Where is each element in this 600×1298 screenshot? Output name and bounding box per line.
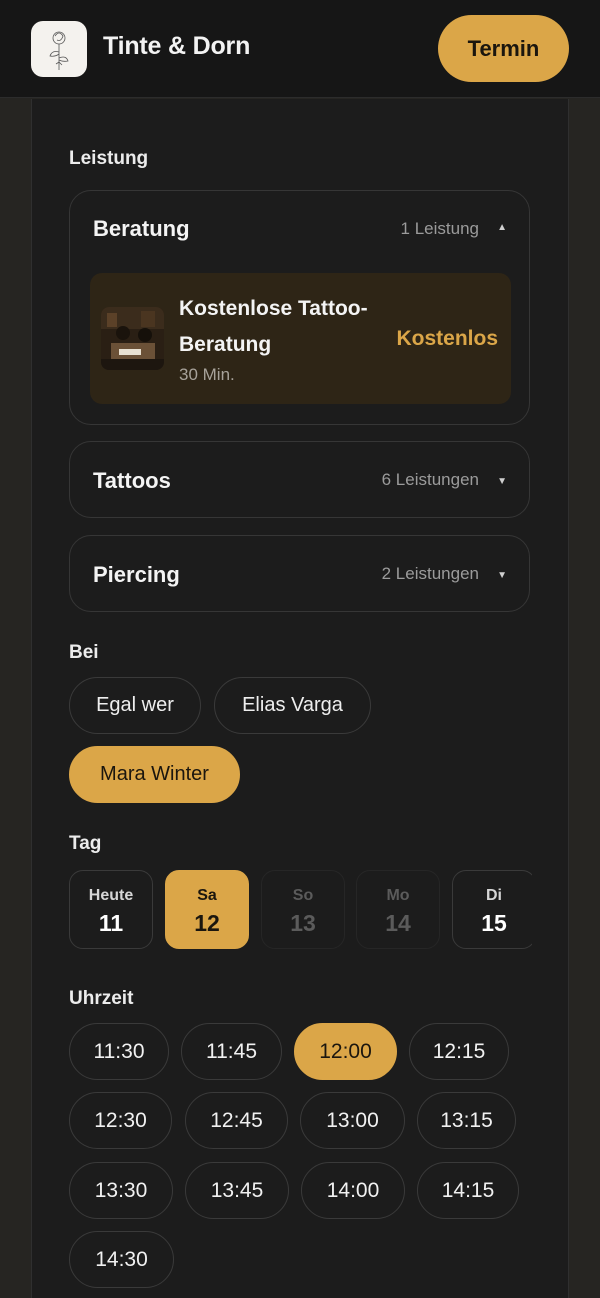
service-name: Kostenlose Tattoo-Beratung — [179, 297, 368, 356]
staff-option-mara-winter[interactable]: Mara Winter — [69, 746, 240, 803]
brand-name: Tinte & Dorn — [103, 32, 251, 60]
time-slot[interactable]: 13:15 — [417, 1092, 516, 1149]
accordion-title: Beratung — [93, 216, 190, 241]
book-appointment-button[interactable]: Termin — [438, 15, 569, 82]
accordion-tattoos[interactable]: Tattoos 6 Leistungen ▼ — [69, 441, 530, 518]
service-thumbnail — [101, 307, 164, 370]
service-duration: 30 Min. — [179, 365, 235, 384]
accordion-count: 1 Leistung — [400, 219, 479, 238]
time-slot-selected[interactable]: 12:00 — [294, 1023, 397, 1080]
time-slot[interactable]: 14:30 — [69, 1231, 174, 1288]
day-date: 15 — [481, 910, 507, 936]
day-name: So — [292, 887, 314, 904]
time-slot[interactable]: 14:00 — [301, 1162, 405, 1219]
time-slot[interactable]: 12:45 — [185, 1092, 288, 1149]
staff-option-any[interactable]: Egal wer — [69, 677, 201, 734]
service-item-kostenlose-beratung[interactable]: Kostenlose Tattoo-Beratung 30 Min. Koste… — [90, 273, 511, 404]
day-name: Mo — [386, 887, 410, 904]
time-slot[interactable]: 13:30 — [69, 1162, 173, 1219]
day-option-di[interactable]: Di 15 — [452, 870, 532, 949]
day-date: 12 — [194, 910, 220, 936]
accordion-beratung[interactable]: Beratung 1 Leistung ▲ Kostenlose Tattoo-… — [69, 190, 530, 425]
time-slot[interactable]: 12:15 — [409, 1023, 509, 1080]
accordion-count: 6 Leistungen — [381, 470, 479, 489]
chevron-up-icon: ▲ — [497, 222, 507, 233]
day-option-so: So 13 — [261, 870, 345, 949]
day-section-label: Tag — [69, 833, 102, 854]
day-strip[interactable]: Heute 11 Sa 12 So 13 Mo 14 Di 15 — [69, 860, 532, 960]
day-name: Di — [486, 887, 502, 904]
accordion-count: 2 Leistungen — [381, 564, 479, 583]
day-option-sa[interactable]: Sa 12 — [165, 870, 249, 949]
time-slot[interactable]: 14:15 — [417, 1162, 519, 1219]
accordion-title: Tattoos — [93, 468, 171, 493]
staff-section-label: Bei — [69, 642, 99, 663]
time-slot[interactable]: 11:45 — [181, 1023, 282, 1080]
service-price: Kostenlos — [396, 327, 498, 350]
chevron-down-icon: ▼ — [497, 570, 507, 581]
day-option-heute[interactable]: Heute 11 — [69, 870, 153, 949]
time-slot[interactable]: 13:45 — [185, 1162, 289, 1219]
day-date: 14 — [385, 910, 411, 936]
day-name: Sa — [197, 887, 217, 904]
time-slot[interactable]: 13:00 — [300, 1092, 405, 1149]
studio-logo[interactable] — [31, 21, 87, 77]
chevron-down-icon: ▼ — [497, 476, 507, 487]
day-date: 13 — [290, 910, 316, 936]
accordion-piercing[interactable]: Piercing 2 Leistungen ▼ — [69, 535, 530, 612]
staff-option-elias-varga[interactable]: Elias Varga — [214, 677, 371, 734]
day-date: 11 — [98, 910, 124, 936]
accordion-title: Piercing — [93, 562, 180, 587]
time-slot[interactable]: 11:30 — [69, 1023, 169, 1080]
rose-line-art-icon — [49, 31, 69, 70]
app-header: Tinte & Dorn Termin — [0, 0, 600, 98]
time-section-label: Uhrzeit — [69, 988, 134, 1009]
day-name: Heute — [88, 887, 134, 904]
service-section-label: Leistung — [69, 148, 149, 169]
day-option-mo: Mo 14 — [356, 870, 440, 949]
time-slot[interactable]: 12:30 — [69, 1092, 172, 1149]
